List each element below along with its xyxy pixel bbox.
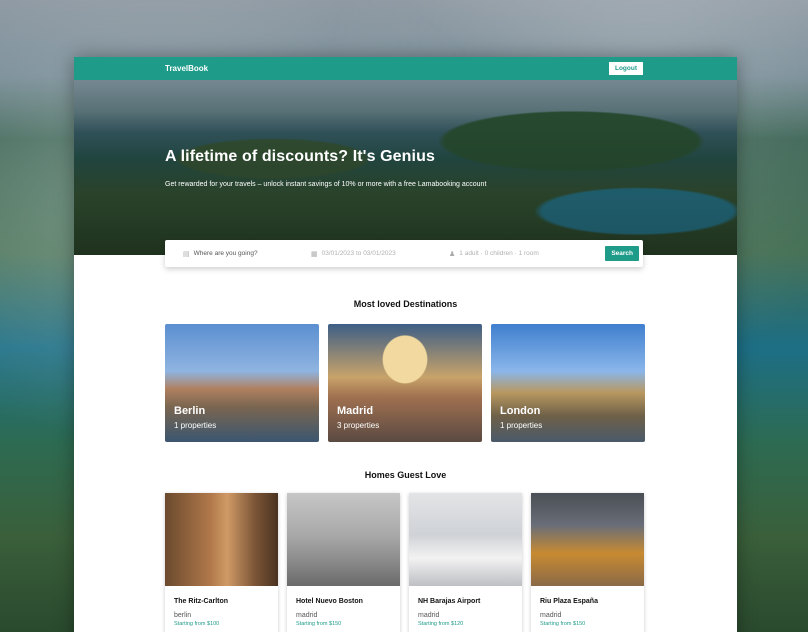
home-city: madrid	[296, 612, 318, 619]
home-price: Starting from $100	[174, 621, 220, 627]
home-city: berlin	[174, 612, 192, 619]
guests-field[interactable]: ♟ 1 adult · 0 children · 1 room	[449, 250, 593, 258]
search-button[interactable]: Search	[605, 246, 639, 261]
home-name: Hotel Nuevo Boston	[296, 598, 363, 605]
destination-count: 3 properties	[337, 421, 380, 430]
destination-card-madrid[interactable]: Madrid 3 properties	[328, 324, 482, 442]
destination-count: 1 properties	[500, 421, 543, 430]
home-photo	[165, 493, 278, 586]
home-name: Riu Plaza España	[540, 598, 598, 605]
brand-logo[interactable]: TravelBook	[165, 64, 208, 73]
hero-title: A lifetime of discounts? It's Genius	[165, 148, 435, 165]
destination-card-berlin[interactable]: Berlin 1 properties	[165, 324, 319, 442]
destination-input[interactable]: Where are you going?	[194, 250, 258, 257]
destination-name: Madrid	[337, 405, 374, 417]
destination-card-london[interactable]: London 1 properties	[491, 324, 645, 442]
home-price: Starting from $150	[540, 621, 586, 627]
destinations-title: Most loved Destinations	[353, 299, 458, 309]
calendar-icon: ▦	[311, 250, 318, 258]
navbar: TravelBook Logout	[74, 57, 737, 80]
hero-subtitle: Get rewarded for your travels – unlock i…	[165, 181, 487, 188]
home-photo	[287, 493, 400, 586]
destination-name: Berlin	[174, 405, 206, 417]
destinations-list: Berlin 1 properties Madrid 3 properties …	[165, 324, 737, 442]
home-price: Starting from $150	[296, 621, 342, 627]
date-range[interactable]: 03/01/2023 to 03/01/2023	[322, 250, 396, 257]
home-card[interactable]: The Ritz-Carlton berlin Starting from $1…	[165, 493, 278, 632]
home-photo	[409, 493, 522, 586]
date-field[interactable]: ▦ 03/01/2023 to 03/01/2023	[311, 250, 449, 258]
home-photo	[531, 493, 644, 586]
person-icon: ♟	[449, 250, 456, 258]
home-card[interactable]: Hotel Nuevo Boston madrid Starting from …	[287, 493, 400, 632]
destination-field[interactable]: ▤ Where are you going?	[183, 250, 311, 258]
home-city: madrid	[418, 612, 440, 619]
home-card[interactable]: Riu Plaza España madrid Starting from $1…	[531, 493, 644, 632]
home-name: The Ritz-Carlton	[174, 598, 229, 605]
hero-banner: A lifetime of discounts? It's Genius Get…	[74, 80, 737, 255]
homes-title: Homes Guest Love	[364, 470, 447, 480]
home-price: Starting from $120	[418, 621, 464, 627]
bed-icon: ▤	[183, 250, 190, 258]
home-name: NH Barajas Airport	[418, 598, 481, 605]
destination-name: London	[500, 405, 541, 417]
guests-summary[interactable]: 1 adult · 0 children · 1 room	[459, 250, 538, 257]
app-window: TravelBook Logout A lifetime of discount…	[74, 57, 737, 632]
home-card[interactable]: NH Barajas Airport madrid Starting from …	[409, 493, 522, 632]
logout-button[interactable]: Logout	[608, 62, 643, 75]
search-bar: ▤ Where are you going? ▦ 03/01/2023 to 0…	[165, 240, 643, 267]
destination-count: 1 properties	[174, 421, 217, 430]
home-city: madrid	[540, 612, 562, 619]
homes-list: The Ritz-Carlton berlin Starting from $1…	[165, 493, 737, 632]
